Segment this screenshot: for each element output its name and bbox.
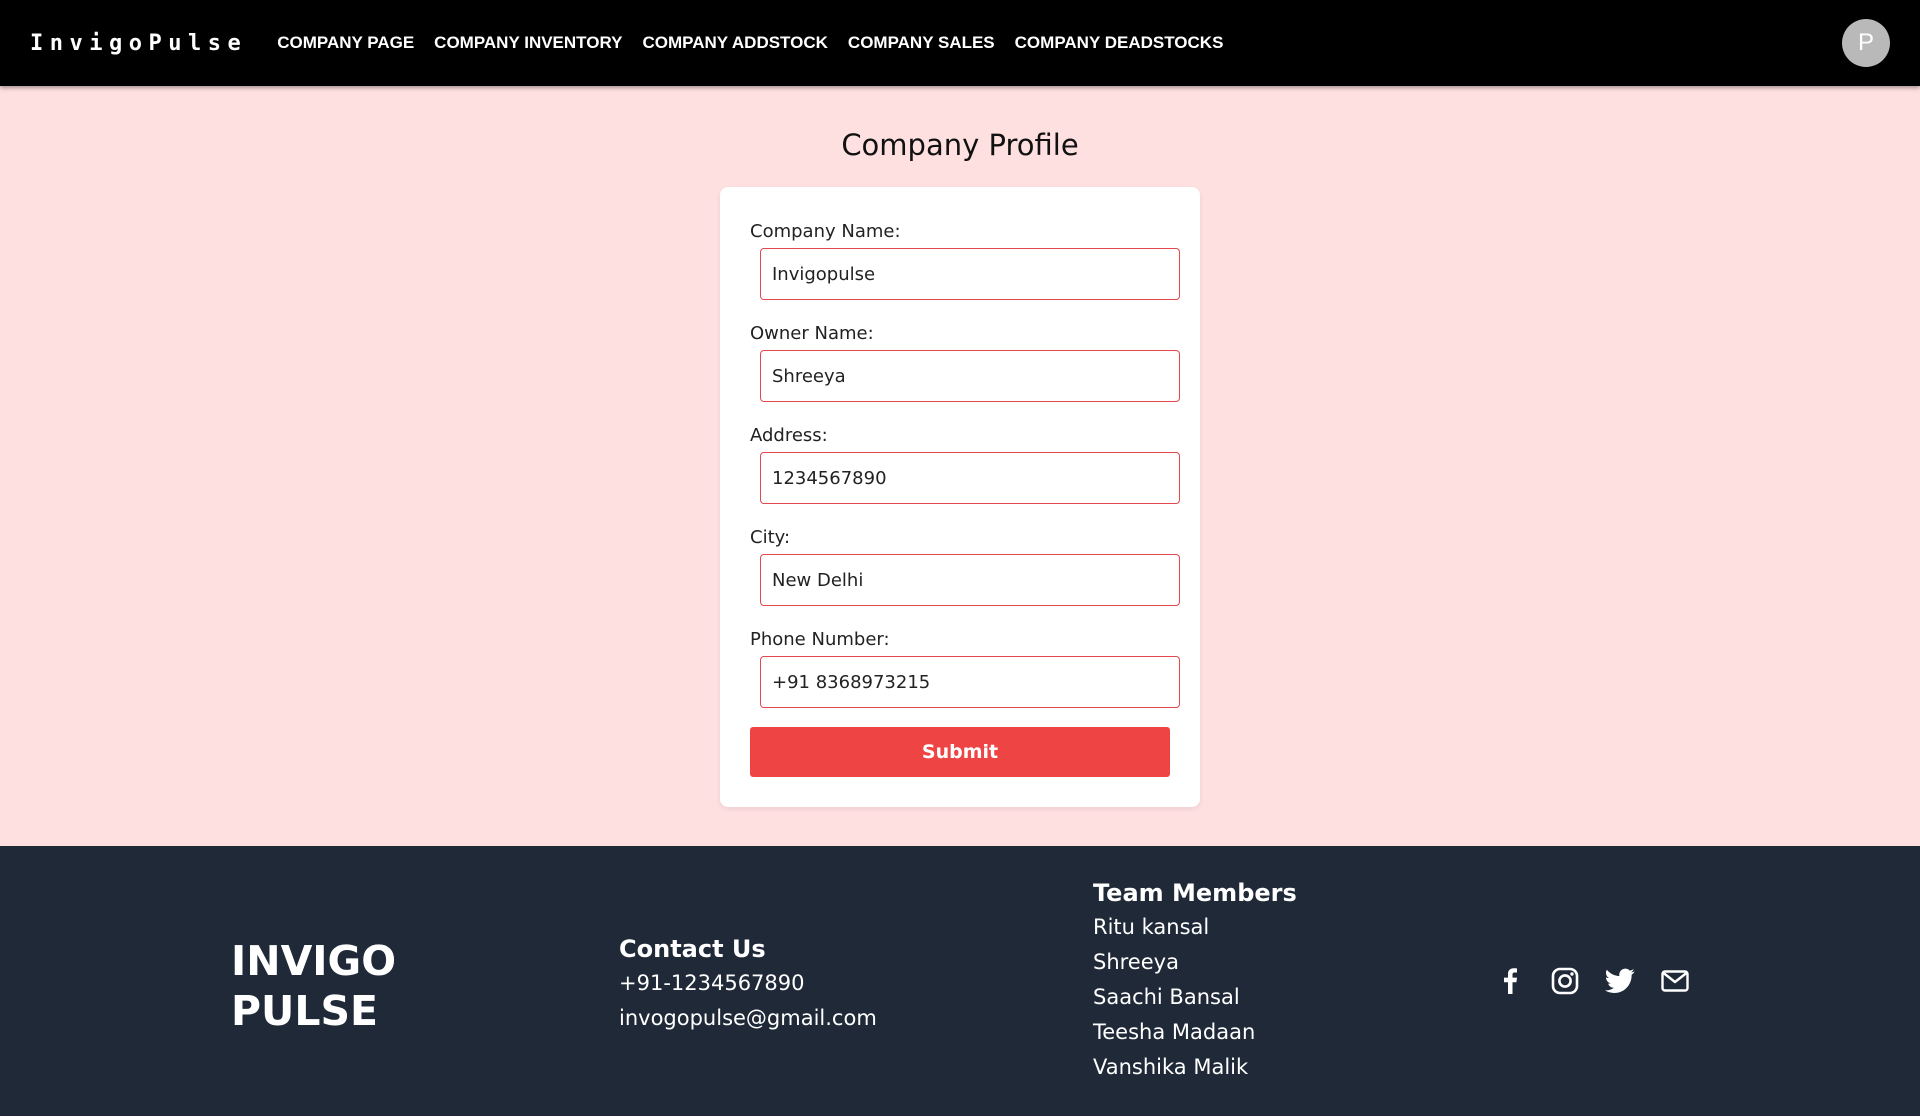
submit-button[interactable]: Submit	[750, 727, 1170, 777]
main-content: Company Profile Company Name: Owner Name…	[0, 86, 1920, 846]
team-heading: Team Members	[1093, 879, 1297, 907]
nav-link-company-inventory[interactable]: COMPANY INVENTORY	[434, 33, 622, 53]
contact-phone: +91-1234567890	[619, 971, 805, 995]
page: InvigoPulse COMPANY PAGE COMPANY INVENTO…	[0, 0, 1920, 1117]
owner-name-input[interactable]	[760, 350, 1180, 402]
nav-link-company-deadstocks[interactable]: COMPANY DEADSTOCKS	[1015, 33, 1224, 53]
contact-email[interactable]: invogopulse@gmail.com	[619, 1001, 877, 1036]
phone-number-input[interactable]	[760, 656, 1180, 708]
address-label: Address:	[750, 425, 828, 446]
team-member: Vanshika Malik	[1093, 1055, 1249, 1079]
team-member: Saachi Bansal	[1093, 985, 1240, 1009]
facebook-icon[interactable]	[1495, 966, 1525, 996]
contact-heading: Contact Us	[619, 935, 766, 963]
footer: INVIGO PULSE Contact Us +91-1234567890 i…	[0, 846, 1920, 1116]
team-member: Shreeya	[1093, 950, 1179, 974]
footer-logo: INVIGO PULSE	[231, 936, 396, 1036]
nav-link-company-addstock[interactable]: COMPANY ADDSTOCK	[642, 33, 827, 53]
page-title: Company Profile	[841, 128, 1079, 162]
owner-name-label: Owner Name:	[750, 323, 874, 344]
phone-number-label: Phone Number:	[750, 629, 890, 650]
company-profile-form: Company Name: Owner Name: Address: City:…	[720, 187, 1200, 807]
brand-logo[interactable]: InvigoPulse	[30, 31, 247, 56]
twitter-icon[interactable]	[1605, 966, 1635, 996]
nav-link-company-sales[interactable]: COMPANY SALES	[848, 33, 995, 53]
contact-section: Contact Us +91-1234567890 invogopulse@gm…	[619, 932, 877, 1036]
nav-links: COMPANY PAGE COMPANY INVENTORY COMPANY A…	[277, 33, 1243, 53]
team-member: Ritu kansal	[1093, 915, 1210, 939]
mail-icon[interactable]	[1660, 966, 1690, 996]
address-input[interactable]	[760, 452, 1180, 504]
city-input[interactable]	[760, 554, 1180, 606]
top-navbar: InvigoPulse COMPANY PAGE COMPANY INVENTO…	[0, 0, 1920, 86]
footer-logo-line1: INVIGO	[231, 937, 397, 985]
instagram-icon[interactable]	[1550, 966, 1580, 996]
user-avatar[interactable]: P	[1842, 19, 1890, 67]
team-member: Teesha Madaan	[1093, 1020, 1256, 1044]
team-section: Team Members Ritu kansal Shreeya Saachi …	[1093, 876, 1297, 1085]
social-links	[1495, 966, 1715, 996]
city-label: City:	[750, 527, 791, 548]
footer-logo-line2: PULSE	[231, 987, 379, 1035]
company-name-input[interactable]	[760, 248, 1180, 300]
company-name-label: Company Name:	[750, 221, 901, 242]
nav-link-company-page[interactable]: COMPANY PAGE	[277, 33, 414, 53]
